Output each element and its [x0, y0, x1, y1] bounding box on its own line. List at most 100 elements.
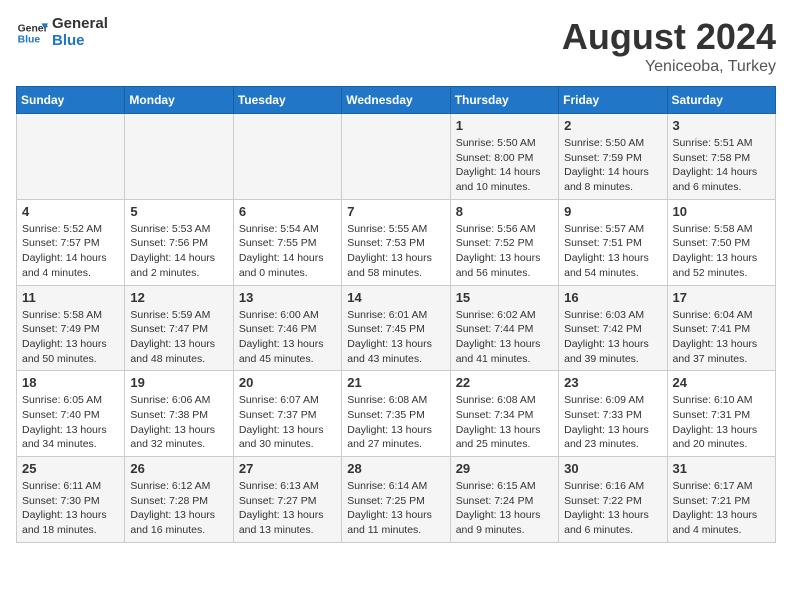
day-info: Sunrise: 6:08 AMSunset: 7:35 PMDaylight:… [347, 393, 444, 452]
day-number: 11 [22, 290, 119, 305]
calendar-week-row: 1Sunrise: 5:50 AMSunset: 8:00 PMDaylight… [17, 114, 776, 200]
day-info: Sunrise: 6:10 AMSunset: 7:31 PMDaylight:… [673, 393, 770, 452]
weekday-header-friday: Friday [559, 87, 667, 114]
day-info: Sunrise: 5:58 AMSunset: 7:50 PMDaylight:… [673, 222, 770, 281]
day-number: 18 [22, 375, 119, 390]
day-info: Sunrise: 6:03 AMSunset: 7:42 PMDaylight:… [564, 308, 661, 367]
calendar-cell [125, 114, 233, 200]
calendar-week-row: 25Sunrise: 6:11 AMSunset: 7:30 PMDayligh… [17, 457, 776, 543]
day-info: Sunrise: 5:58 AMSunset: 7:49 PMDaylight:… [22, 308, 119, 367]
calendar-cell: 7 Sunrise: 5:55 AMSunset: 7:53 PMDaylight… [342, 199, 450, 285]
day-number: 7 [347, 204, 444, 219]
calendar-cell: 21 Sunrise: 6:08 AMSunset: 7:35 PMDayligh… [342, 371, 450, 457]
calendar-week-row: 18 Sunrise: 6:05 AMSunset: 7:40 PMDayligh… [17, 371, 776, 457]
logo: General Blue General Blue [16, 16, 108, 49]
day-info: Sunrise: 6:07 AMSunset: 7:37 PMDaylight:… [239, 393, 336, 452]
weekday-header-wednesday: Wednesday [342, 87, 450, 114]
day-info: Sunrise: 6:02 AMSunset: 7:44 PMDaylight:… [456, 308, 553, 367]
day-number: 31 [673, 461, 770, 476]
calendar-cell: 22 Sunrise: 6:08 AMSunset: 7:34 PMDayligh… [450, 371, 558, 457]
day-info: Sunrise: 5:59 AMSunset: 7:47 PMDaylight:… [130, 308, 227, 367]
logo-blue: Blue [52, 33, 108, 50]
month-year-title: August 2024 [562, 16, 776, 58]
day-number: 21 [347, 375, 444, 390]
calendar-cell: 12Sunrise: 5:59 AMSunset: 7:47 PMDayligh… [125, 285, 233, 371]
day-number: 27 [239, 461, 336, 476]
weekday-header-row: SundayMondayTuesdayWednesdayThursdayFrid… [17, 87, 776, 114]
weekday-header-saturday: Saturday [667, 87, 775, 114]
calendar-cell: 19 Sunrise: 6:06 AMSunset: 7:38 PMDayligh… [125, 371, 233, 457]
day-number: 30 [564, 461, 661, 476]
calendar-cell: 4 Sunrise: 5:52 AMSunset: 7:57 PMDaylight… [17, 199, 125, 285]
calendar-cell: 2Sunrise: 5:50 AMSunset: 7:59 PMDaylight… [559, 114, 667, 200]
day-number: 28 [347, 461, 444, 476]
calendar-cell [233, 114, 341, 200]
page-header: General Blue General Blue August 2024 Ye… [16, 16, 776, 76]
calendar-cell: 8Sunrise: 5:56 AMSunset: 7:52 PMDaylight… [450, 199, 558, 285]
day-number: 16 [564, 290, 661, 305]
calendar-cell: 9Sunrise: 5:57 AMSunset: 7:51 PMDaylight… [559, 199, 667, 285]
svg-text:Blue: Blue [18, 34, 41, 45]
weekday-header-sunday: Sunday [17, 87, 125, 114]
calendar-cell: 24 Sunrise: 6:10 AMSunset: 7:31 PMDayligh… [667, 371, 775, 457]
calendar-cell [342, 114, 450, 200]
weekday-header-monday: Monday [125, 87, 233, 114]
calendar-cell: 29 Sunrise: 6:15 AMSunset: 7:24 PMDayligh… [450, 457, 558, 543]
calendar-cell: 26Sunrise: 6:12 AMSunset: 7:28 PMDayligh… [125, 457, 233, 543]
day-info: Sunrise: 6:16 AMSunset: 7:22 PMDaylight:… [564, 479, 661, 538]
calendar-cell: 10 Sunrise: 5:58 AMSunset: 7:50 PMDayligh… [667, 199, 775, 285]
day-number: 5 [130, 204, 227, 219]
day-info: Sunrise: 6:17 AMSunset: 7:21 PMDaylight:… [673, 479, 770, 538]
calendar-cell: 17Sunrise: 6:04 AMSunset: 7:41 PMDayligh… [667, 285, 775, 371]
day-number: 23 [564, 375, 661, 390]
day-number: 24 [673, 375, 770, 390]
day-info: Sunrise: 6:12 AMSunset: 7:28 PMDaylight:… [130, 479, 227, 538]
calendar-cell: 18 Sunrise: 6:05 AMSunset: 7:40 PMDayligh… [17, 371, 125, 457]
calendar-cell: 6Sunrise: 5:54 AMSunset: 7:55 PMDaylight… [233, 199, 341, 285]
day-info: Sunrise: 5:52 AMSunset: 7:57 PMDaylight:… [22, 222, 119, 281]
calendar-cell: 3Sunrise: 5:51 AMSunset: 7:58 PMDaylight… [667, 114, 775, 200]
day-number: 3 [673, 118, 770, 133]
day-number: 10 [673, 204, 770, 219]
day-info: Sunrise: 6:08 AMSunset: 7:34 PMDaylight:… [456, 393, 553, 452]
day-info: Sunrise: 6:15 AMSunset: 7:24 PMDaylight:… [456, 479, 553, 538]
day-number: 6 [239, 204, 336, 219]
weekday-header-thursday: Thursday [450, 87, 558, 114]
calendar-cell: 16 Sunrise: 6:03 AMSunset: 7:42 PMDayligh… [559, 285, 667, 371]
title-block: August 2024 Yeniceoba, Turkey [562, 16, 776, 76]
day-number: 14 [347, 290, 444, 305]
day-info: Sunrise: 6:00 AMSunset: 7:46 PMDaylight:… [239, 308, 336, 367]
calendar-week-row: 11 Sunrise: 5:58 AMSunset: 7:49 PMDayligh… [17, 285, 776, 371]
day-number: 19 [130, 375, 227, 390]
day-info: Sunrise: 5:50 AMSunset: 8:00 PMDaylight:… [456, 136, 553, 195]
calendar-cell: 25Sunrise: 6:11 AMSunset: 7:30 PMDayligh… [17, 457, 125, 543]
calendar-cell: 31 Sunrise: 6:17 AMSunset: 7:21 PMDayligh… [667, 457, 775, 543]
day-info: Sunrise: 5:57 AMSunset: 7:51 PMDaylight:… [564, 222, 661, 281]
calendar-body: 1Sunrise: 5:50 AMSunset: 8:00 PMDaylight… [17, 114, 776, 543]
logo-icon: General Blue [16, 17, 48, 49]
day-info: Sunrise: 6:01 AMSunset: 7:45 PMDaylight:… [347, 308, 444, 367]
day-number: 13 [239, 290, 336, 305]
day-info: Sunrise: 5:55 AMSunset: 7:53 PMDaylight:… [347, 222, 444, 281]
day-number: 15 [456, 290, 553, 305]
calendar-cell: 30 Sunrise: 6:16 AMSunset: 7:22 PMDayligh… [559, 457, 667, 543]
weekday-header-tuesday: Tuesday [233, 87, 341, 114]
calendar-cell: 20Sunrise: 6:07 AMSunset: 7:37 PMDayligh… [233, 371, 341, 457]
day-number: 2 [564, 118, 661, 133]
calendar-cell [17, 114, 125, 200]
day-number: 22 [456, 375, 553, 390]
calendar-cell: 1Sunrise: 5:50 AMSunset: 8:00 PMDaylight… [450, 114, 558, 200]
day-number: 8 [456, 204, 553, 219]
day-info: Sunrise: 6:05 AMSunset: 7:40 PMDaylight:… [22, 393, 119, 452]
calendar-cell: 27Sunrise: 6:13 AMSunset: 7:27 PMDayligh… [233, 457, 341, 543]
day-number: 4 [22, 204, 119, 219]
day-number: 25 [22, 461, 119, 476]
day-number: 29 [456, 461, 553, 476]
calendar-cell: 28Sunrise: 6:14 AMSunset: 7:25 PMDayligh… [342, 457, 450, 543]
calendar-cell: 5 Sunrise: 5:53 AMSunset: 7:56 PMDaylight… [125, 199, 233, 285]
day-info: Sunrise: 5:53 AMSunset: 7:56 PMDaylight:… [130, 222, 227, 281]
day-info: Sunrise: 6:06 AMSunset: 7:38 PMDaylight:… [130, 393, 227, 452]
calendar-header: SundayMondayTuesdayWednesdayThursdayFrid… [17, 87, 776, 114]
calendar-cell: 13 Sunrise: 6:00 AMSunset: 7:46 PMDayligh… [233, 285, 341, 371]
day-number: 17 [673, 290, 770, 305]
